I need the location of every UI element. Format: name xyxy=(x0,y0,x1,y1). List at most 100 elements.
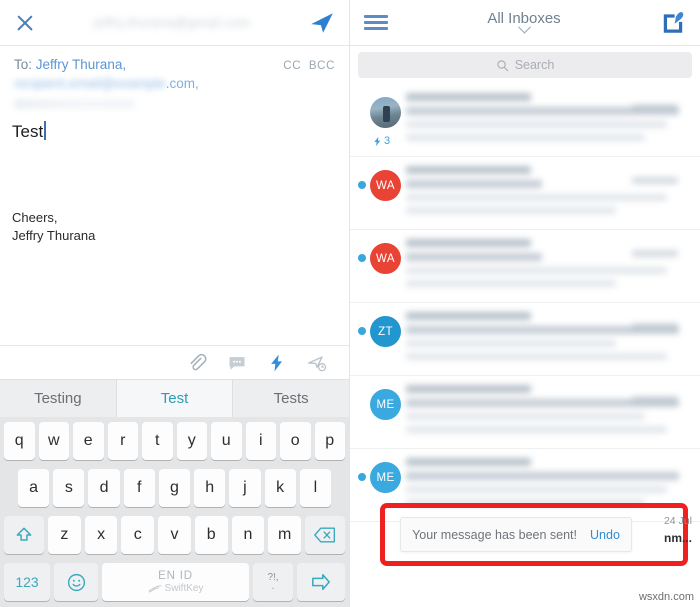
avatar[interactable]: ME xyxy=(370,462,401,493)
key-p[interactable]: p xyxy=(314,422,345,460)
search-placeholder: Search xyxy=(514,58,555,72)
key-n[interactable]: n xyxy=(231,516,265,554)
bcc-label[interactable]: BCC xyxy=(309,60,335,72)
lightning-bolt-icon[interactable] xyxy=(267,353,287,373)
send-later-clock-icon[interactable] xyxy=(307,353,327,373)
unread-dot xyxy=(358,473,366,481)
key-h[interactable]: h xyxy=(194,469,226,507)
keyboard-row-3: z x c v b n m xyxy=(2,516,347,554)
inbox-pane: All Inboxes Search 3 WA WA ZT ME ME 24 J… xyxy=(350,0,700,607)
cc-label[interactable]: CC xyxy=(283,60,301,72)
row-date: 24 Jul xyxy=(663,515,692,527)
undo-button[interactable]: Undo xyxy=(590,528,620,542)
recipients-text: To: Jeffry Thurana, recipient.email@exam… xyxy=(14,55,279,93)
key-w[interactable]: w xyxy=(38,422,69,460)
table-row[interactable]: WA xyxy=(350,157,700,230)
row-content-redacted xyxy=(404,312,690,366)
prediction-item-1[interactable]: Test xyxy=(116,380,234,417)
avatar[interactable]: ME xyxy=(370,389,401,420)
key-a[interactable]: a xyxy=(18,469,50,507)
search-input[interactable]: Search xyxy=(358,52,692,78)
row-content-redacted xyxy=(404,458,690,512)
status-badge: Your message has been sent! Undo xyxy=(400,517,632,552)
avatar[interactable]: WA xyxy=(370,170,401,201)
prediction-item-0[interactable]: Testing xyxy=(0,380,117,417)
compose-pencil-icon[interactable] xyxy=(660,10,686,36)
smiley-emoji-icon[interactable] xyxy=(54,563,98,601)
key-f[interactable]: f xyxy=(123,469,155,507)
inbox-topbar: All Inboxes xyxy=(350,0,700,46)
swiftkey-logo-icon xyxy=(148,585,161,593)
avatar-initials: WA xyxy=(376,179,395,192)
keyboard-row-4: 123 EN ID SwiftKey ?!, . xyxy=(2,563,347,601)
key-t[interactable]: t xyxy=(142,422,173,460)
inbox-selector[interactable]: All Inboxes xyxy=(388,10,660,36)
compose-topbar: jeffry.thurana@gmail.com xyxy=(0,0,349,46)
compose-pane: jeffry.thurana@gmail.com To: Jeffry Thur… xyxy=(0,0,350,607)
key-s[interactable]: s xyxy=(53,469,85,507)
key-m[interactable]: m xyxy=(268,516,302,554)
prediction-item-2[interactable]: Tests xyxy=(233,380,349,417)
key-r[interactable]: r xyxy=(107,422,138,460)
table-row[interactable]: WA xyxy=(350,230,700,303)
key-b[interactable]: b xyxy=(194,516,228,554)
email-signature: Cheers, Jeffry Thurana xyxy=(12,209,95,245)
numeric-mode-key[interactable]: 123 xyxy=(4,563,50,601)
hamburger-menu-icon[interactable] xyxy=(364,11,388,33)
search-icon xyxy=(497,59,508,71)
row-gutter: ME xyxy=(358,458,404,512)
key-u[interactable]: u xyxy=(211,422,242,460)
toast-message: Your message has been sent! xyxy=(412,527,578,542)
avatar[interactable]: ZT xyxy=(370,316,401,347)
key-q[interactable]: q xyxy=(4,422,35,460)
key-c[interactable]: c xyxy=(121,516,155,554)
row-gutter: 3 xyxy=(358,93,404,147)
compose-toolbar xyxy=(0,345,349,379)
app-root: jeffry.thurana@gmail.com To: Jeffry Thur… xyxy=(0,0,700,607)
backspace-delete-icon[interactable] xyxy=(305,516,346,554)
key-g[interactable]: g xyxy=(158,469,191,507)
key-x[interactable]: x xyxy=(84,516,118,554)
chat-bubble-icon[interactable] xyxy=(227,353,247,373)
table-row[interactable]: ME xyxy=(350,376,700,449)
cc-bcc-toggle[interactable]: CC BCC xyxy=(279,55,335,76)
row-content-redacted xyxy=(404,385,690,439)
row-gutter: ZT xyxy=(358,312,404,366)
recipients-row[interactable]: To: Jeffry Thurana, recipient.email@exam… xyxy=(0,46,349,97)
bolt-count-badge: 3 xyxy=(372,135,390,147)
enter-arrow-icon[interactable] xyxy=(297,563,345,601)
avatar[interactable]: WA xyxy=(370,243,401,274)
signature-line-1: Cheers, xyxy=(12,210,58,225)
close-icon[interactable] xyxy=(14,12,36,34)
punctuation-key[interactable]: ?!, . xyxy=(253,563,293,601)
compose-body-area[interactable]: Test Cheers, Jeffry Thurana xyxy=(0,109,349,345)
paperclip-attach-icon[interactable] xyxy=(187,353,207,373)
key-y[interactable]: y xyxy=(176,422,207,460)
row-snippet: nm... xyxy=(663,531,692,545)
key-k[interactable]: k xyxy=(264,469,296,507)
table-row[interactable]: ME xyxy=(350,449,700,522)
send-button[interactable] xyxy=(309,10,335,36)
table-row[interactable]: ZT xyxy=(350,303,700,376)
row-content-redacted xyxy=(404,93,690,147)
lightning-bolt-icon xyxy=(374,136,381,146)
key-d[interactable]: d xyxy=(88,469,120,507)
key-e[interactable]: e xyxy=(73,422,104,460)
space-key[interactable]: EN ID SwiftKey xyxy=(102,563,249,601)
key-j[interactable]: j xyxy=(229,469,261,507)
prediction-bar: Testing Test Tests xyxy=(0,379,349,417)
avatar[interactable] xyxy=(370,97,401,128)
key-z[interactable]: z xyxy=(47,516,81,554)
subject-field-redacted[interactable] xyxy=(14,99,134,109)
body-text-value: Test xyxy=(12,122,44,141)
key-l[interactable]: l xyxy=(299,469,331,507)
table-row[interactable]: 3 xyxy=(350,84,700,157)
shift-up-arrow-icon[interactable] xyxy=(3,516,44,554)
avatar-initials: ME xyxy=(376,471,395,484)
key-v[interactable]: v xyxy=(158,516,191,554)
key-o[interactable]: o xyxy=(280,422,311,460)
row-gutter: WA xyxy=(358,239,404,293)
key-i[interactable]: i xyxy=(245,422,276,460)
row-content-redacted xyxy=(404,166,690,220)
swiftkey-text: SwiftKey xyxy=(164,583,204,594)
